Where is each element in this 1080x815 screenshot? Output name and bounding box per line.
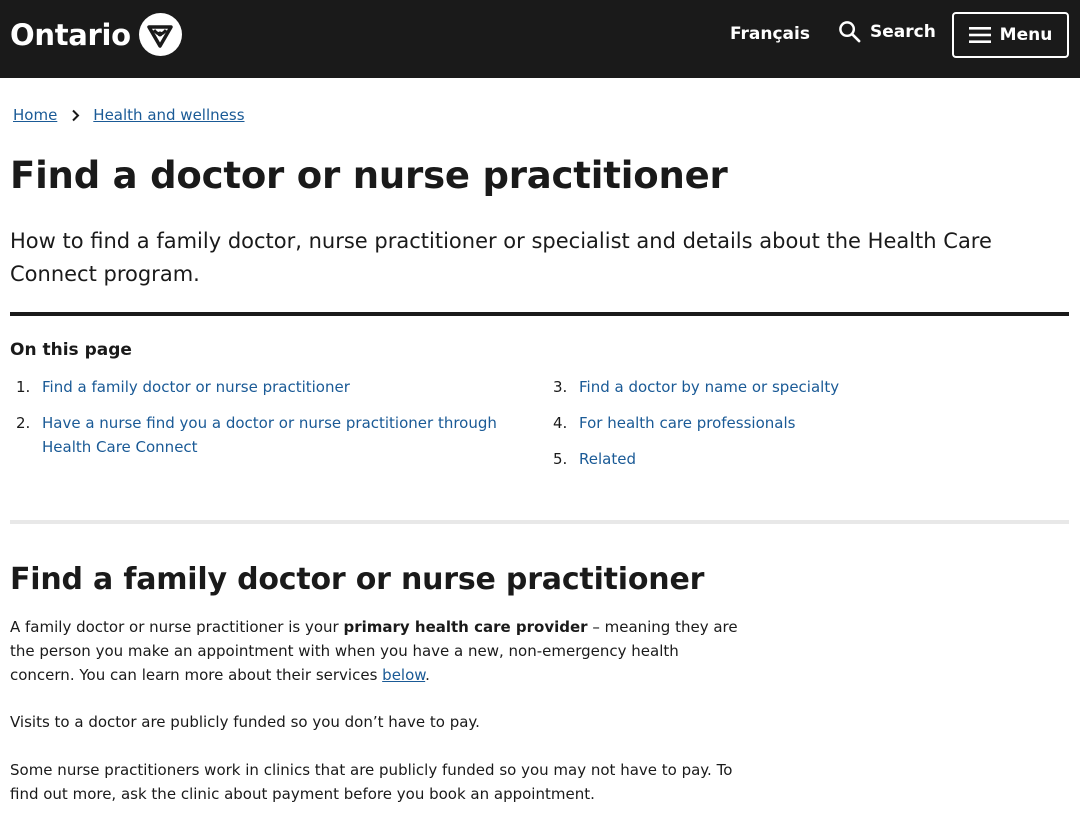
page-lead: How to find a family doctor, nurse pract… — [10, 229, 992, 286]
toc-link-related[interactable]: Related — [579, 447, 636, 471]
section-heading: Find a family doctor or nurse practition… — [10, 562, 705, 597]
toc-number: 4. — [553, 414, 568, 432]
toc-link-find-doctor[interactable]: Find a family doctor or nurse practition… — [42, 375, 350, 399]
section-paragraph: Some nurse practitioners work in clinics… — [10, 761, 733, 803]
toc-number: 2. — [16, 414, 31, 432]
toc-item: 5. Related — [553, 447, 1053, 471]
toc-link-find-by-name[interactable]: Find a doctor by name or specialty — [579, 375, 839, 399]
chevron-right-icon — [71, 109, 80, 122]
ontario-logo[interactable]: Ontario — [10, 13, 182, 56]
bold-text: primary health care provider — [343, 618, 588, 636]
section-paragraph: A family doctor or nurse practitioner is… — [10, 615, 740, 687]
text: . — [425, 666, 430, 684]
toc-list-right: 3. Find a doctor by name or specialty 4.… — [553, 375, 1053, 483]
menu-button[interactable]: Menu — [952, 12, 1069, 58]
page-title: Find a doctor or nurse practitioner — [10, 154, 728, 197]
section-paragraph: Visits to a doctor are publicly funded s… — [10, 713, 480, 731]
menu-label: Menu — [999, 25, 1053, 45]
hamburger-icon — [968, 27, 991, 43]
logo-text: Ontario — [10, 17, 131, 52]
below-link[interactable]: below — [382, 666, 425, 684]
section-divider — [10, 520, 1069, 524]
toc-number: 5. — [553, 450, 568, 468]
search-icon — [839, 21, 861, 43]
toc-link-health-care-connect[interactable]: Have a nurse find you a doctor or nurse … — [42, 411, 526, 459]
breadcrumb-health-link[interactable]: Health and wellness — [93, 106, 244, 124]
toc-number: 1. — [16, 378, 31, 396]
toc-item: 1. Find a family doctor or nurse practit… — [16, 375, 526, 399]
toc-item: 3. Find a doctor by name or specialty — [553, 375, 1053, 399]
toc-item: 4. For health care professionals — [553, 411, 1053, 435]
toc-title: On this page — [10, 340, 132, 360]
trillium-icon — [138, 13, 182, 56]
text: A family doctor or nurse practitioner is… — [10, 618, 344, 636]
site-header: Ontario Français Search Menu — [0, 0, 1080, 78]
search-label: Search — [870, 21, 936, 42]
breadcrumb: Home Health and wellness — [13, 106, 245, 124]
language-toggle-link[interactable]: Français — [730, 24, 810, 44]
toc-item: 2. Have a nurse find you a doctor or nur… — [16, 411, 526, 459]
divider — [10, 312, 1069, 316]
toc-number: 3. — [553, 378, 568, 396]
search-button[interactable]: Search — [838, 20, 936, 43]
breadcrumb-home-link[interactable]: Home — [13, 106, 57, 124]
toc-list-left: 1. Find a family doctor or nurse practit… — [16, 375, 526, 471]
toc-link-professionals[interactable]: For health care professionals — [579, 411, 795, 435]
